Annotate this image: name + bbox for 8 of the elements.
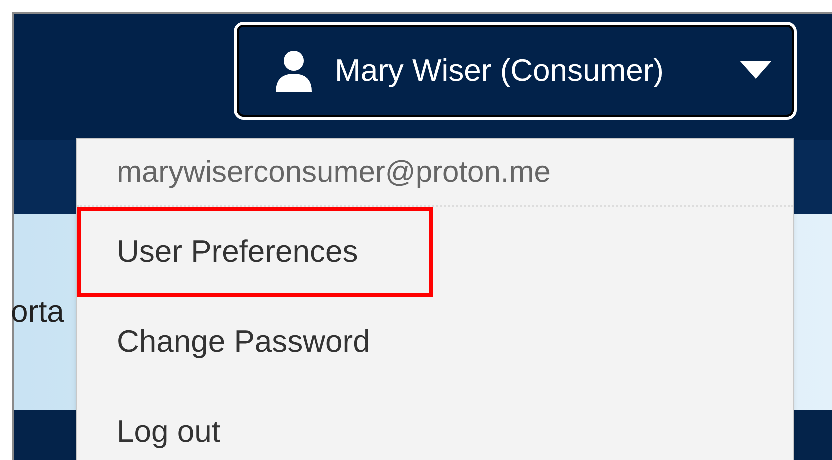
menu-item[interactable]: Change Password	[77, 297, 394, 387]
user-icon	[275, 50, 313, 92]
caret-icon	[740, 61, 772, 81]
page-title: orta	[11, 292, 64, 331]
menu-item[interactable]: User Preferences	[77, 207, 433, 297]
user-email: marywiserconsumer@proton.me	[117, 154, 551, 190]
menu-item[interactable]: Log out	[77, 387, 244, 460]
user-menu-button[interactable]: Mary Wiser (Consumer)	[234, 22, 797, 120]
